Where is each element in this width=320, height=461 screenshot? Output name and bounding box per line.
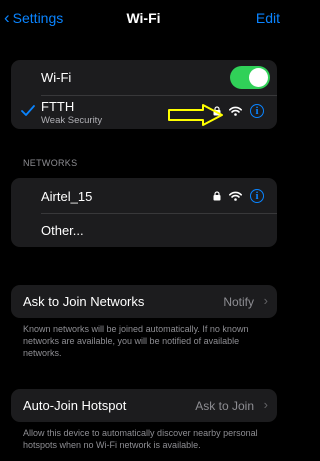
- network-row-airtel[interactable]: Airtel_15 i: [11, 178, 277, 213]
- current-network-subtitle: Weak Security: [41, 115, 103, 126]
- ask-to-join-row[interactable]: Ask to Join Networks Notify ›: [11, 285, 277, 318]
- auto-join-row[interactable]: Auto-Join Hotspot Ask to Join ›: [11, 389, 277, 422]
- page-title: Wi-Fi: [126, 10, 161, 26]
- info-icon[interactable]: i: [250, 104, 264, 118]
- chevron-right-icon: ›: [263, 293, 268, 308]
- networks-section-header: NETWORKS: [23, 158, 78, 168]
- wifi-toggle-label: Wi-Fi: [41, 70, 72, 85]
- wifi-group: Wi-Fi FTTH Weak Security i: [11, 60, 277, 129]
- network-name: Other...: [41, 223, 84, 238]
- annotation-arrow-icon: [168, 104, 223, 126]
- networks-group: Airtel_15 i Other...: [11, 178, 277, 247]
- wifi-signal-icon: [229, 106, 242, 116]
- auto-join-footer: Allow this device to automatically disco…: [23, 428, 258, 450]
- network-row-other[interactable]: Other...: [11, 214, 277, 247]
- ask-to-join-footer: Known networks will be joined automatica…: [23, 324, 249, 358]
- lock-icon: [213, 191, 221, 201]
- network-name: Airtel_15: [41, 189, 93, 204]
- info-icon[interactable]: i: [250, 189, 264, 203]
- auto-join-label: Auto-Join Hotspot: [23, 398, 127, 413]
- auto-join-value: Ask to Join: [195, 399, 254, 413]
- chevron-right-icon: ›: [263, 397, 268, 412]
- edit-button[interactable]: Edit: [256, 10, 280, 26]
- current-network-name: FTTH: [41, 99, 75, 114]
- wifi-signal-icon: [229, 191, 242, 201]
- checkmark-icon: [21, 105, 35, 116]
- current-network-row[interactable]: FTTH Weak Security i: [11, 96, 277, 129]
- toggle-knob: [249, 68, 268, 87]
- ask-to-join-value: Notify: [223, 295, 254, 309]
- ask-to-join-label: Ask to Join Networks: [23, 294, 145, 309]
- wifi-toggle-row: Wi-Fi: [11, 60, 277, 95]
- wifi-toggle[interactable]: [230, 66, 270, 89]
